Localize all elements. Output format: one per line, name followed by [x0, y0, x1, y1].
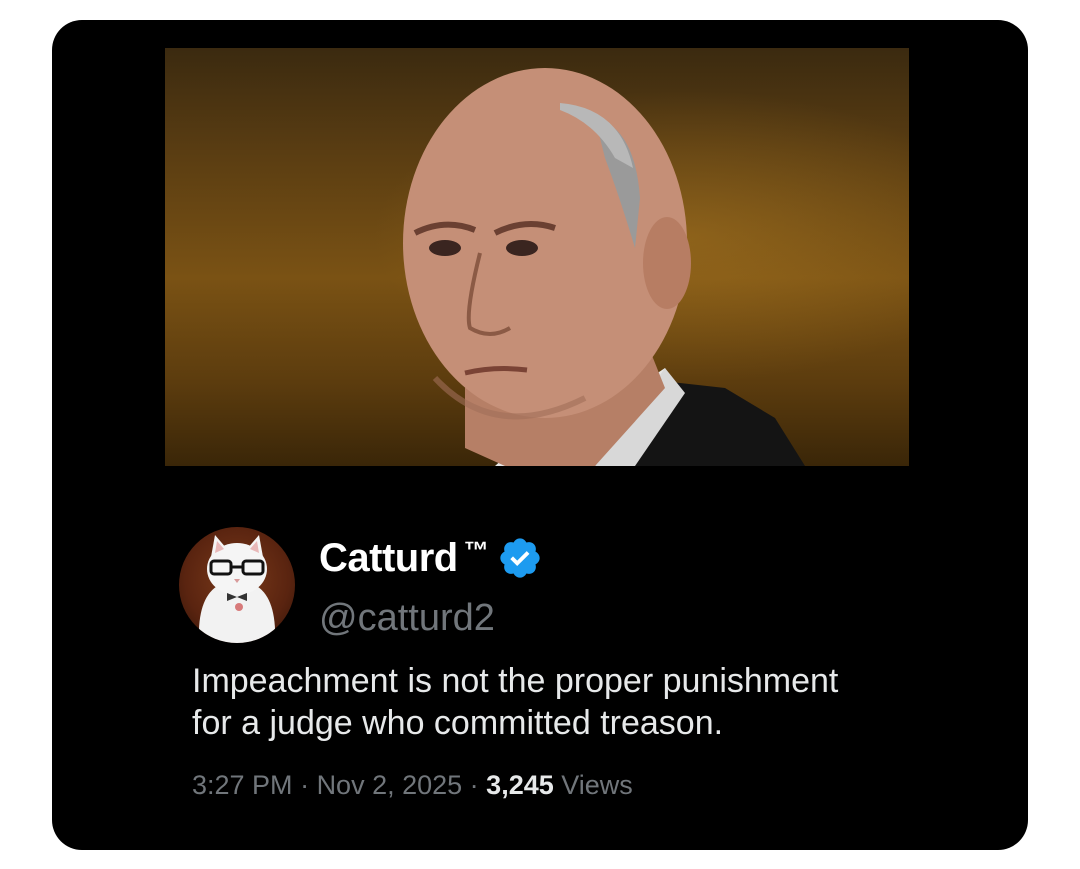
- post-image[interactable]: [165, 48, 909, 466]
- portrait-photo: [403, 68, 805, 466]
- trademark-symbol: ™: [463, 536, 489, 565]
- post-time[interactable]: 3:27 PM: [192, 770, 293, 800]
- meta-separator: ·: [462, 770, 487, 800]
- post-author[interactable]: Catturd ™ @catturd2: [179, 527, 879, 647]
- post-text-line-1: Impeachment is not the proper punishment: [192, 662, 839, 700]
- post-card[interactable]: Catturd ™ @catturd2 Impeachment is not t…: [52, 20, 1028, 850]
- avatar[interactable]: [179, 527, 295, 643]
- post-meta: 3:27 PM · Nov 2, 2025 · 3,245 Views: [192, 770, 633, 801]
- post-text-line-2: for a judge who committed treason.: [192, 704, 724, 742]
- post-text: Impeachment is not the proper punishment…: [192, 660, 972, 744]
- author-handle[interactable]: @catturd2: [319, 597, 495, 640]
- post-date[interactable]: Nov 2, 2025: [317, 770, 463, 800]
- verified-badge-icon: [500, 538, 540, 578]
- author-display-name[interactable]: Catturd: [319, 536, 458, 581]
- cat-avatar-icon: [198, 535, 276, 643]
- author-name-line: Catturd ™: [319, 535, 543, 581]
- meta-separator: ·: [292, 770, 317, 800]
- views-count: 3,245: [486, 770, 554, 800]
- views-label: Views: [561, 770, 633, 800]
